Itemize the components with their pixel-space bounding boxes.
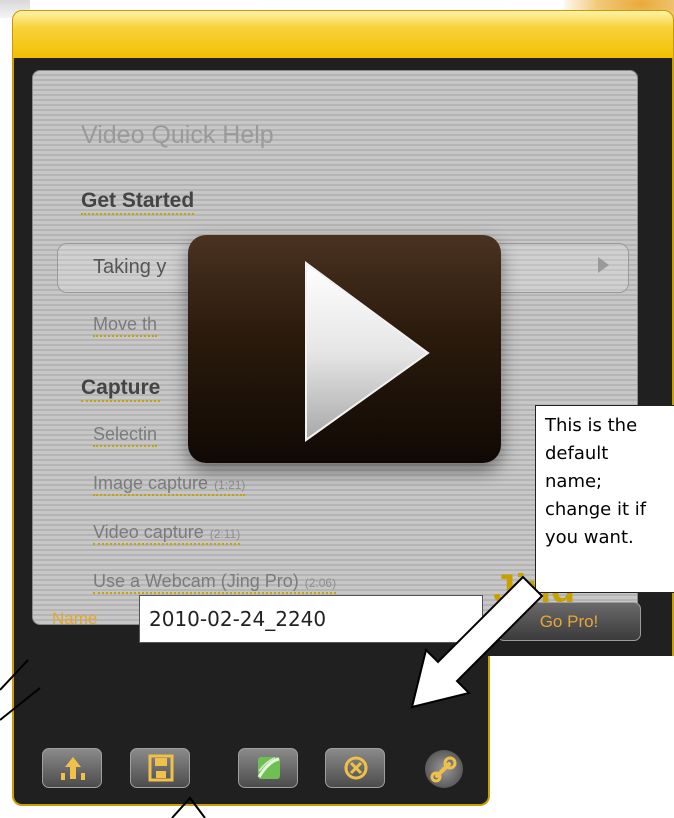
- annotation-arrows: [0, 575, 544, 818]
- callout-arrow: [410, 575, 544, 709]
- bottom-arrow-tail: [171, 796, 206, 818]
- left-arrow-tail: [0, 659, 41, 721]
